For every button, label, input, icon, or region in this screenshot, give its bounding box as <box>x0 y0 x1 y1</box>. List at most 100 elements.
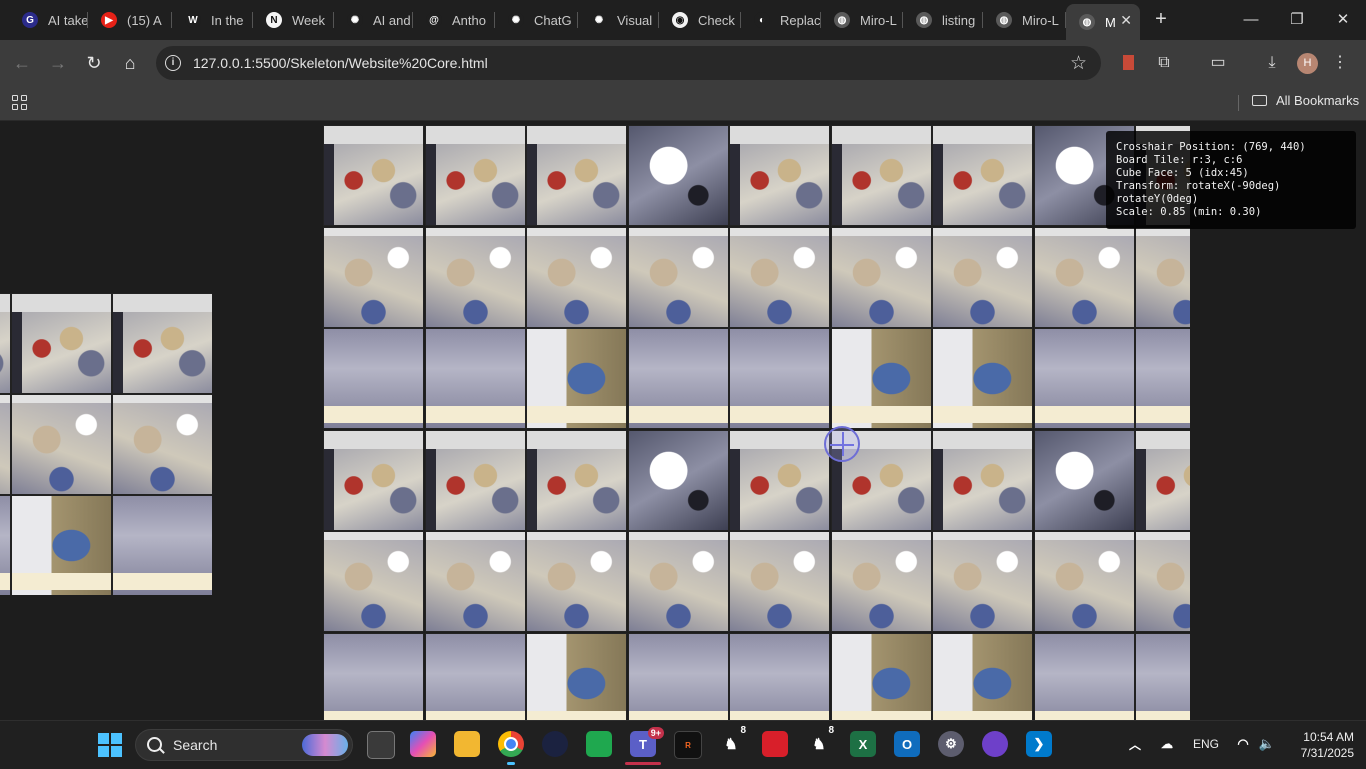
board-tile[interactable] <box>932 429 1033 531</box>
vscode-icon[interactable]: ❯ <box>1026 731 1052 757</box>
language-indicator[interactable]: ENG <box>1193 737 1219 751</box>
apps-grid-icon[interactable] <box>12 95 28 111</box>
board-tile[interactable] <box>830 328 932 429</box>
board-tile[interactable] <box>1135 328 1190 429</box>
board-tile[interactable] <box>729 632 830 720</box>
board-tile[interactable] <box>932 226 1033 328</box>
tab-12[interactable]: ◍ Miro-L <box>983 4 1066 36</box>
board-tile[interactable] <box>830 226 932 328</box>
board-tile[interactable] <box>526 328 627 429</box>
rhino-icon-2[interactable]: ♞ 8 <box>806 725 834 757</box>
page-viewport[interactable]: Crosshair Position: (769, 440) Board Til… <box>0 121 1366 720</box>
minimap-board[interactable] <box>0 293 212 595</box>
board-tile[interactable] <box>424 226 526 328</box>
rhino-icon[interactable]: ♞ 8 <box>718 725 746 757</box>
new-tab-button[interactable]: + <box>1150 8 1172 30</box>
menu-kebab-icon[interactable]: ⋮ <box>1328 51 1352 75</box>
excel-icon[interactable]: X <box>850 731 876 757</box>
task-view-icon[interactable] <box>367 731 395 759</box>
tab-3[interactable]: N Week <box>253 4 334 36</box>
board-tile[interactable] <box>323 226 424 328</box>
tab-11[interactable]: ◍ listing <box>903 4 983 36</box>
tab-2[interactable]: W In the <box>172 4 253 36</box>
tab-7[interactable]: ✺ Visual <box>578 4 659 36</box>
board-tile[interactable] <box>323 531 424 632</box>
board-tile[interactable] <box>627 125 729 226</box>
profile-avatar[interactable]: H <box>1297 53 1318 74</box>
board-tile[interactable] <box>932 125 1033 226</box>
tab-5[interactable]: @ Antho <box>413 4 495 36</box>
board-tile[interactable] <box>729 531 830 632</box>
site-info-icon[interactable]: i <box>165 55 181 71</box>
url-text[interactable]: 127.0.0.1:5500/Skeleton/Website%20Core.h… <box>193 55 488 71</box>
github-desktop-icon[interactable] <box>982 731 1008 757</box>
board-tile[interactable] <box>323 125 424 226</box>
maximize-button[interactable]: ❐ <box>1282 8 1312 32</box>
start-windows-icon[interactable] <box>98 733 122 757</box>
board-tile[interactable] <box>424 531 526 632</box>
board-tile[interactable] <box>323 632 424 720</box>
forward-button[interactable]: → <box>46 51 70 75</box>
board-tile[interactable] <box>526 125 627 226</box>
board-tile[interactable] <box>526 226 627 328</box>
board-tile[interactable] <box>729 328 830 429</box>
tab-9[interactable]: ◐ Replac <box>741 4 821 36</box>
volume-icon[interactable]: 🔈 <box>1254 731 1280 757</box>
download-icon[interactable]: ⤓ <box>1260 51 1284 75</box>
taskbar-search[interactable]: Search <box>135 729 353 761</box>
board-tile[interactable] <box>830 125 932 226</box>
board-tile[interactable] <box>627 328 729 429</box>
board-tile[interactable] <box>323 328 424 429</box>
close-window-button[interactable]: ✕ <box>1328 8 1358 32</box>
board-tile[interactable] <box>424 328 526 429</box>
tab-8[interactable]: ◉ Check <box>659 4 741 36</box>
board-tile[interactable] <box>932 328 1033 429</box>
board-tile[interactable] <box>627 226 729 328</box>
home-button[interactable]: ⌂ <box>118 51 142 75</box>
tab-0[interactable]: G AI take <box>9 4 88 36</box>
board-tile[interactable] <box>1135 632 1190 720</box>
back-button[interactable]: ← <box>10 51 34 75</box>
extension-bookmark-icon[interactable] <box>1116 51 1140 75</box>
wifi-icon[interactable]: ◠ <box>1230 731 1256 757</box>
cast-icon[interactable]: ▭ <box>1206 51 1230 75</box>
tray-chevron-up-icon[interactable]: ︿ <box>1122 731 1148 757</box>
onedrive-cloud-icon[interactable]: ☁ <box>1154 731 1180 757</box>
tab-1[interactable]: ▶ (15) A <box>88 4 172 36</box>
reload-button[interactable]: ↻ <box>82 51 106 75</box>
tab-6[interactable]: ✺ ChatG <box>495 4 578 36</box>
ryzen-icon[interactable]: R <box>674 731 702 759</box>
board-tile[interactable] <box>1033 632 1135 720</box>
acrobat-icon[interactable] <box>762 731 788 757</box>
board-tile[interactable] <box>627 632 729 720</box>
tab-13[interactable]: ◍ M ✕ <box>1066 4 1140 40</box>
close-tab-icon[interactable]: ✕ <box>1120 12 1132 29</box>
board-tile[interactable] <box>1033 328 1135 429</box>
board-tile[interactable] <box>627 429 729 531</box>
board-tile[interactable] <box>1135 531 1190 632</box>
board-tile[interactable] <box>627 531 729 632</box>
board-tile[interactable] <box>830 632 932 720</box>
board-tile[interactable] <box>729 226 830 328</box>
tab-4[interactable]: ✺ AI and <box>334 4 413 36</box>
tab-10[interactable]: ◍ Miro-L <box>821 4 903 36</box>
board-tile[interactable] <box>424 429 526 531</box>
board-tile[interactable] <box>1135 429 1190 531</box>
board-tile[interactable] <box>1033 531 1135 632</box>
extensions-puzzle-icon[interactable]: ⧉ <box>1152 51 1176 75</box>
board-tile[interactable] <box>932 632 1033 720</box>
copilot-icon[interactable] <box>410 731 436 757</box>
board-tile[interactable] <box>526 429 627 531</box>
board-tile[interactable] <box>932 531 1033 632</box>
cinema-4d-icon[interactable] <box>542 731 568 757</box>
board-tile[interactable] <box>830 531 932 632</box>
chrome-icon[interactable] <box>498 731 524 765</box>
board-tile[interactable] <box>1135 226 1190 328</box>
file-explorer-icon[interactable] <box>454 731 480 757</box>
outlook-icon[interactable]: O <box>894 731 920 757</box>
bookmark-star-icon[interactable]: ☆ <box>1070 52 1087 75</box>
address-bar[interactable]: i 127.0.0.1:5500/Skeleton/Website%20Core… <box>156 46 1101 80</box>
settings-gear-icon[interactable]: ⚙ <box>938 731 964 757</box>
board-tile[interactable] <box>729 125 830 226</box>
all-bookmarks-button[interactable]: All Bookmarks <box>1252 93 1359 108</box>
